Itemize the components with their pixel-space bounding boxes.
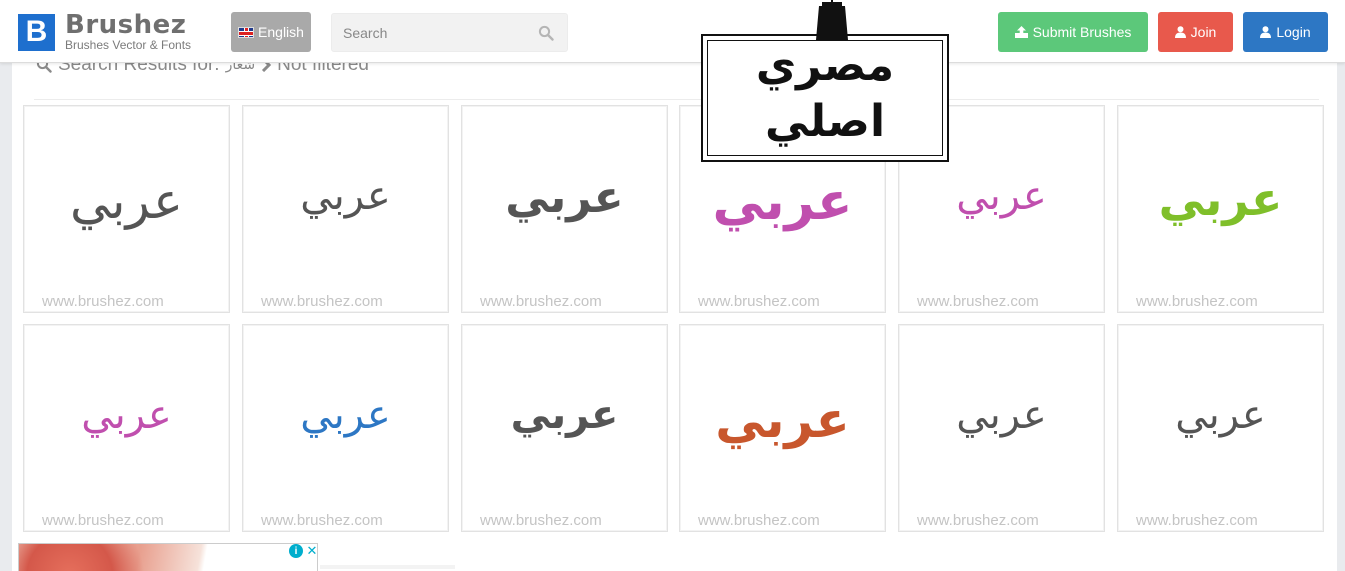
- uk-flag-icon: [238, 26, 255, 38]
- watermark-text: www.brushez.com: [42, 293, 164, 310]
- stamp-line-1: مصري: [755, 40, 895, 91]
- brush-preview-text: عربي: [505, 172, 624, 223]
- brush-preview-text: عربي: [300, 173, 391, 219]
- stamp-line-2: اصلي: [764, 96, 886, 147]
- fez-hat-icon: [816, 0, 848, 40]
- brush-preview-text: عربي: [956, 173, 1047, 219]
- brush-card[interactable]: عربي www.brushez.com: [23, 324, 230, 532]
- watermark-text: www.brushez.com: [1136, 512, 1258, 529]
- brush-preview-text: عربي: [1175, 392, 1266, 438]
- watermark-text: www.brushez.com: [1136, 293, 1258, 310]
- brush-card[interactable]: عربي www.brushez.com: [23, 105, 230, 313]
- join-label: Join: [1190, 24, 1217, 40]
- logo-text: Brushez Brushes Vector & Fonts: [65, 12, 191, 52]
- submit-brushes-button[interactable]: Submit Brushes: [998, 12, 1148, 52]
- watermark-text: www.brushez.com: [480, 512, 602, 529]
- watermark-text: www.brushez.com: [698, 512, 820, 529]
- watermark-text: www.brushez.com: [261, 293, 383, 310]
- submit-brushes-label: Submit Brushes: [1032, 24, 1132, 40]
- brush-card[interactable]: عربي www.brushez.com: [242, 324, 449, 532]
- brush-preview-text: عربي: [69, 172, 183, 230]
- logo-tagline: Brushes Vector & Fonts: [65, 38, 192, 52]
- brush-preview-text: عربي: [712, 172, 853, 232]
- watermark-text: www.brushez.com: [698, 293, 820, 310]
- ad-banner[interactable]: i ✕: [18, 543, 318, 571]
- login-label: Login: [1276, 24, 1311, 40]
- ad-close-icon[interactable]: ✕: [305, 544, 317, 558]
- watermark-text: www.brushez.com: [480, 293, 602, 310]
- language-button[interactable]: English: [231, 12, 311, 52]
- ad-info-icon[interactable]: i: [289, 544, 303, 558]
- brush-preview-text: عربي: [1158, 172, 1283, 226]
- title-divider: [34, 99, 1319, 100]
- watermark-text: www.brushez.com: [261, 512, 383, 529]
- stamp-text: مصري اصلي: [708, 38, 942, 150]
- language-label: English: [258, 24, 304, 40]
- brush-card[interactable]: عربي www.brushez.com: [1117, 324, 1324, 532]
- brush-card[interactable]: عربي www.brushez.com: [679, 324, 886, 532]
- search-icon[interactable]: [538, 25, 554, 41]
- ad-edge: [320, 565, 455, 569]
- login-button[interactable]: Login: [1243, 12, 1328, 52]
- logo-name: Brushez: [65, 10, 187, 40]
- brush-card[interactable]: عربي www.brushez.com: [461, 105, 668, 313]
- brush-preview-text: عربي: [300, 392, 391, 438]
- top-navbar: B Brushez Brushes Vector & Fonts English…: [0, 0, 1345, 63]
- egyptian-stamp-logo: مصري اصلي: [700, 0, 950, 163]
- search-input[interactable]: [332, 14, 522, 51]
- brush-card[interactable]: عربي www.brushez.com: [898, 324, 1105, 532]
- search-box: [331, 13, 568, 52]
- user-icon: [1174, 26, 1186, 38]
- ad-image: [19, 544, 189, 571]
- brush-preview-text: عربي: [510, 392, 619, 438]
- watermark-text: www.brushez.com: [917, 512, 1039, 529]
- watermark-text: www.brushez.com: [917, 293, 1039, 310]
- brush-card[interactable]: عربي www.brushez.com: [461, 324, 668, 532]
- brush-card[interactable]: عربي www.brushez.com: [1117, 105, 1324, 313]
- brush-preview-text: عربي: [956, 392, 1047, 438]
- brush-card[interactable]: عربي www.brushez.com: [242, 105, 449, 313]
- user-icon: [1260, 26, 1272, 38]
- brush-preview-text: عربي: [715, 391, 850, 449]
- logo-mark: B: [18, 13, 55, 51]
- site-logo[interactable]: B Brushez Brushes Vector & Fonts: [18, 12, 191, 52]
- upload-icon: [1014, 26, 1028, 38]
- watermark-text: www.brushez.com: [42, 512, 164, 529]
- brush-preview-text: عربي: [81, 392, 172, 438]
- join-button[interactable]: Join: [1158, 12, 1233, 52]
